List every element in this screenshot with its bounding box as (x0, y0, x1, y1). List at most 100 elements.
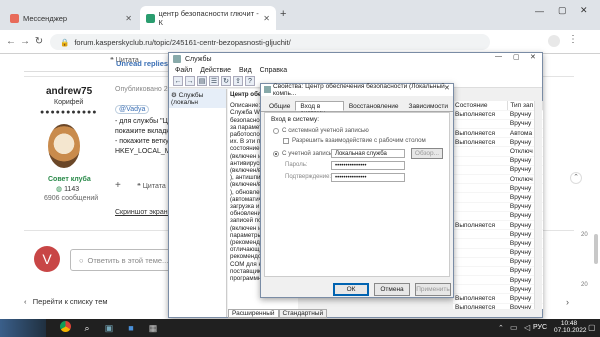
account-field[interactable]: Локальная служба (331, 149, 405, 158)
screenshot-link[interactable]: Скриншот экрана (115, 209, 171, 216)
column-status[interactable]: Состояние (453, 101, 509, 111)
task-view-icon[interactable]: ▣ (102, 321, 116, 335)
table-row[interactable]: Вручну (453, 183, 543, 194)
page-scrollbar[interactable] (594, 234, 598, 264)
user-avatar[interactable] (48, 124, 80, 168)
table-row[interactable]: Вручну (453, 229, 543, 240)
password-field[interactable]: ••••••••••••••• (331, 161, 405, 170)
scroll-top-icon[interactable]: ⌃ (570, 172, 582, 184)
list-icon[interactable]: ☰ (209, 76, 219, 86)
table-row[interactable]: Вручну (453, 156, 543, 166)
reply-avatar: V (34, 246, 60, 272)
menu-action[interactable]: Действие (200, 67, 231, 74)
new-tab-icon[interactable]: + (280, 8, 286, 20)
post-citation[interactable]: ❝ Цитата (137, 182, 166, 190)
minimize-icon[interactable]: — (495, 53, 502, 60)
plus-icon[interactable]: + (115, 180, 121, 191)
tab-messenger-label: Мессенджер (23, 13, 68, 23)
language-indicator[interactable]: РУС (533, 324, 547, 331)
table-row[interactable]: Отключ (453, 146, 543, 157)
tray-up-icon[interactable]: ⌃ (498, 324, 504, 332)
checkbox-interact[interactable]: Разрешить взаимодействие с рабочим столо… (283, 137, 426, 144)
table-row[interactable]: Выполняется Вручну (453, 137, 543, 148)
close-icon[interactable]: ✕ (530, 53, 536, 61)
mention[interactable]: @Vadya (115, 105, 150, 114)
services-scrollbar[interactable] (534, 101, 542, 309)
menu-file[interactable]: Файл (175, 67, 192, 74)
maximize-icon[interactable]: ▢ (513, 53, 520, 61)
back-icon[interactable]: ← (173, 76, 183, 86)
forward-icon[interactable]: → (18, 35, 32, 49)
post-text: - для службы "Ц покажите вкладк - покажи… (115, 117, 175, 157)
minimize-icon[interactable]: — (535, 6, 544, 16)
forward-icon[interactable]: → (185, 76, 195, 86)
tab-logon[interactable]: Вход в систему (295, 101, 344, 117)
search-icon[interactable]: ⌕ (80, 321, 94, 335)
console-icon[interactable]: ▤ (197, 76, 207, 86)
cancel-button[interactable]: Отмена (374, 283, 410, 296)
table-row[interactable]: Выполняется Автома (453, 128, 543, 139)
menu-icon[interactable]: ⋮ (568, 34, 578, 45)
tab-general[interactable]: Общие (264, 101, 295, 111)
user-name[interactable]: andrew75 (46, 86, 92, 97)
tab-dependencies[interactable]: Зависимости (404, 101, 453, 111)
apply-button[interactable]: Применить (415, 283, 451, 296)
table-row[interactable]: Вручну (453, 165, 543, 176)
refresh-icon[interactable]: ↻ (221, 76, 231, 86)
table-row[interactable]: Вручну (453, 248, 543, 258)
table-row[interactable]: Вручну (453, 284, 543, 295)
close-icon[interactable]: ✕ (444, 84, 450, 92)
unread-replies-label[interactable]: Unread replies (116, 59, 168, 68)
weather-widget[interactable] (0, 319, 46, 337)
table-row[interactable]: Вручну (453, 202, 543, 212)
table-row[interactable]: Выполняется Вручну (453, 220, 543, 231)
cell-status (453, 211, 508, 221)
confirm-field[interactable]: ••••••••••••••• (331, 173, 405, 182)
radio-system-account[interactable]: С системной учетной записью (273, 127, 369, 134)
chevron-right-icon[interactable]: › (566, 297, 569, 307)
table-row[interactable]: Вручну (453, 266, 543, 277)
maximize-icon[interactable]: ▢ (558, 5, 567, 16)
app-icon[interactable]: ▦ (146, 321, 160, 335)
tab-recovery[interactable]: Восстановление (344, 101, 404, 111)
menu-help[interactable]: Справка (260, 67, 287, 74)
tree-item-services[interactable]: ⚙ Службы (локальн (169, 89, 226, 108)
table-row[interactable]: Вручну (453, 211, 543, 221)
ok-button[interactable]: ОК (333, 283, 369, 296)
back-to-topics[interactable]: ‹ Перейти к списку тем (24, 297, 108, 306)
tab-forum[interactable]: центр безопасности глючит - К ✕ (140, 6, 276, 30)
cell-status (453, 284, 508, 295)
network-icon[interactable]: ▭ (510, 323, 518, 332)
menu-view[interactable]: Вид (239, 67, 252, 74)
clock[interactable]: 10:48 07.10.2022 (554, 320, 587, 334)
reload-icon[interactable]: ↻ (32, 35, 46, 49)
tab-extended[interactable]: Расширенный (228, 309, 279, 318)
table-row[interactable]: Выполняется Вручну (453, 293, 543, 304)
table-row[interactable]: Вручну (453, 192, 543, 203)
table-row[interactable]: Отключ (453, 174, 543, 185)
browse-button[interactable]: Обзор... (411, 148, 443, 159)
tab-messenger[interactable]: Мессенджер ✕ (4, 6, 138, 30)
notifications-icon[interactable]: ▢ (588, 323, 596, 332)
table-row[interactable]: Вручну (453, 257, 543, 267)
taskbar: ⌕ ▣ ■ ▦ ⌃ ▭ ◁ РУС 10:48 07.10.2022 ▢ (0, 319, 600, 337)
radio-this-account[interactable]: С учетной записью: (273, 150, 338, 157)
close-window-icon[interactable]: ✕ (580, 5, 588, 16)
chrome-icon[interactable] (58, 321, 72, 335)
table-row[interactable]: Выполняется Вручну (453, 110, 543, 120)
table-row[interactable]: Вручну (453, 275, 543, 286)
table-row[interactable]: Вручну (453, 238, 543, 249)
profile-avatar[interactable] (548, 35, 560, 47)
close-icon[interactable]: ✕ (125, 14, 132, 23)
url-field[interactable]: 🔒 forum.kasperskyclub.ru/topic/245161-ce… (50, 34, 490, 50)
export-icon[interactable]: ⇪ (233, 76, 243, 86)
tab-standard[interactable]: Стандартный (278, 309, 328, 318)
volume-icon[interactable]: ◁ (524, 323, 530, 332)
table-row[interactable]: Вручну (453, 119, 543, 130)
close-icon[interactable]: ✕ (263, 14, 270, 23)
back-icon[interactable]: ← (4, 35, 18, 49)
help-icon[interactable]: ? (245, 76, 255, 86)
quote-icon: ❝ (137, 183, 141, 190)
explorer-icon[interactable]: ■ (124, 321, 138, 335)
table-row[interactable]: Выполняется Вручну (453, 303, 543, 309)
